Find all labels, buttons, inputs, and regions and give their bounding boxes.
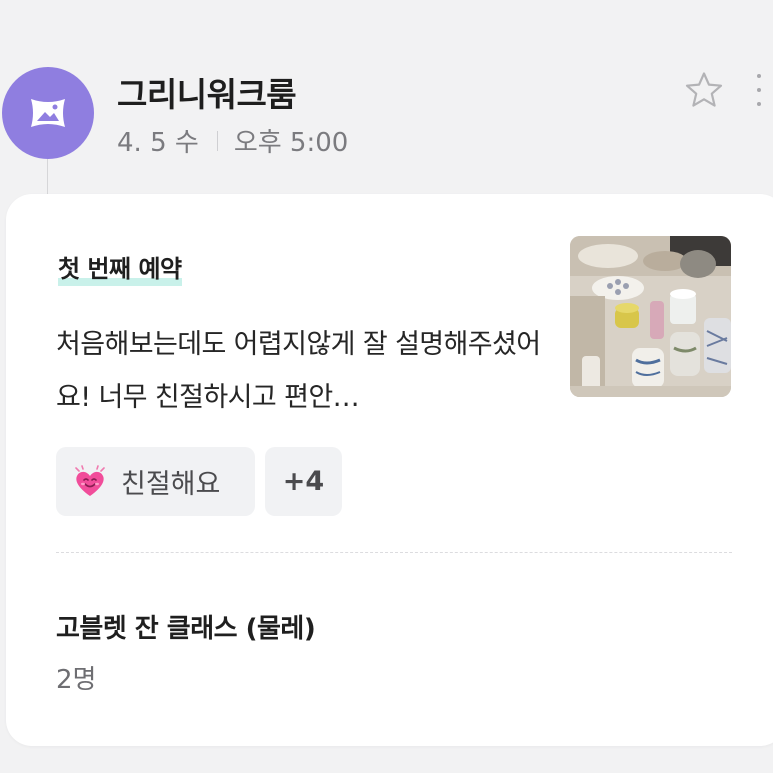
tag-label: 친절해요 bbox=[121, 469, 221, 500]
meta-divider bbox=[216, 130, 218, 151]
more-dot bbox=[757, 102, 761, 106]
reservation-time: 오후 5:00 bbox=[233, 128, 349, 158]
review-card[interactable]: 첫 번째 예약 처음해보는데도 어렵지않게 잘 설명해주셨어요! 너무 친절하시… bbox=[6, 194, 773, 746]
reservation-date: 4. 5 수 bbox=[117, 128, 199, 158]
timeline-line bbox=[47, 159, 48, 195]
shop-avatar[interactable] bbox=[2, 67, 94, 159]
image-placeholder-icon bbox=[28, 96, 68, 130]
reservation-datetime: 4. 5 수 오후 5:00 bbox=[117, 122, 348, 159]
more-options-button[interactable] bbox=[748, 70, 770, 110]
review-screen: 그리니워크룸 4. 5 수 오후 5:00 첫 번째 예약 처음해보는데도 어렵… bbox=[0, 0, 773, 773]
review-title: 첫 번째 예약 bbox=[58, 249, 182, 286]
more-dot bbox=[757, 88, 761, 92]
pottery-class-photo bbox=[570, 236, 731, 397]
star-outline-icon bbox=[684, 71, 724, 109]
people-count: 2명 bbox=[56, 665, 97, 695]
review-header: 그리니워크룸 4. 5 수 오후 5:00 bbox=[0, 0, 773, 195]
tag-kind[interactable]: 친절해요 bbox=[56, 447, 255, 516]
review-photo[interactable] bbox=[570, 236, 731, 397]
smiling-heart-icon bbox=[73, 464, 107, 499]
review-text[interactable]: 처음해보는데도 어렵지않게 잘 설명해주셨어요! 너무 친절하시고 편안… bbox=[56, 318, 546, 424]
more-vertical-icon bbox=[757, 74, 761, 78]
more-tags-button[interactable]: +4 bbox=[265, 447, 342, 516]
review-tags: 친절해요 +4 bbox=[56, 447, 342, 516]
dashed-divider bbox=[56, 552, 732, 553]
favorite-button[interactable] bbox=[682, 68, 726, 112]
shop-name[interactable]: 그리니워크룸 bbox=[117, 68, 297, 116]
class-name: 고블렛 잔 클래스 (물레) bbox=[56, 614, 316, 644]
